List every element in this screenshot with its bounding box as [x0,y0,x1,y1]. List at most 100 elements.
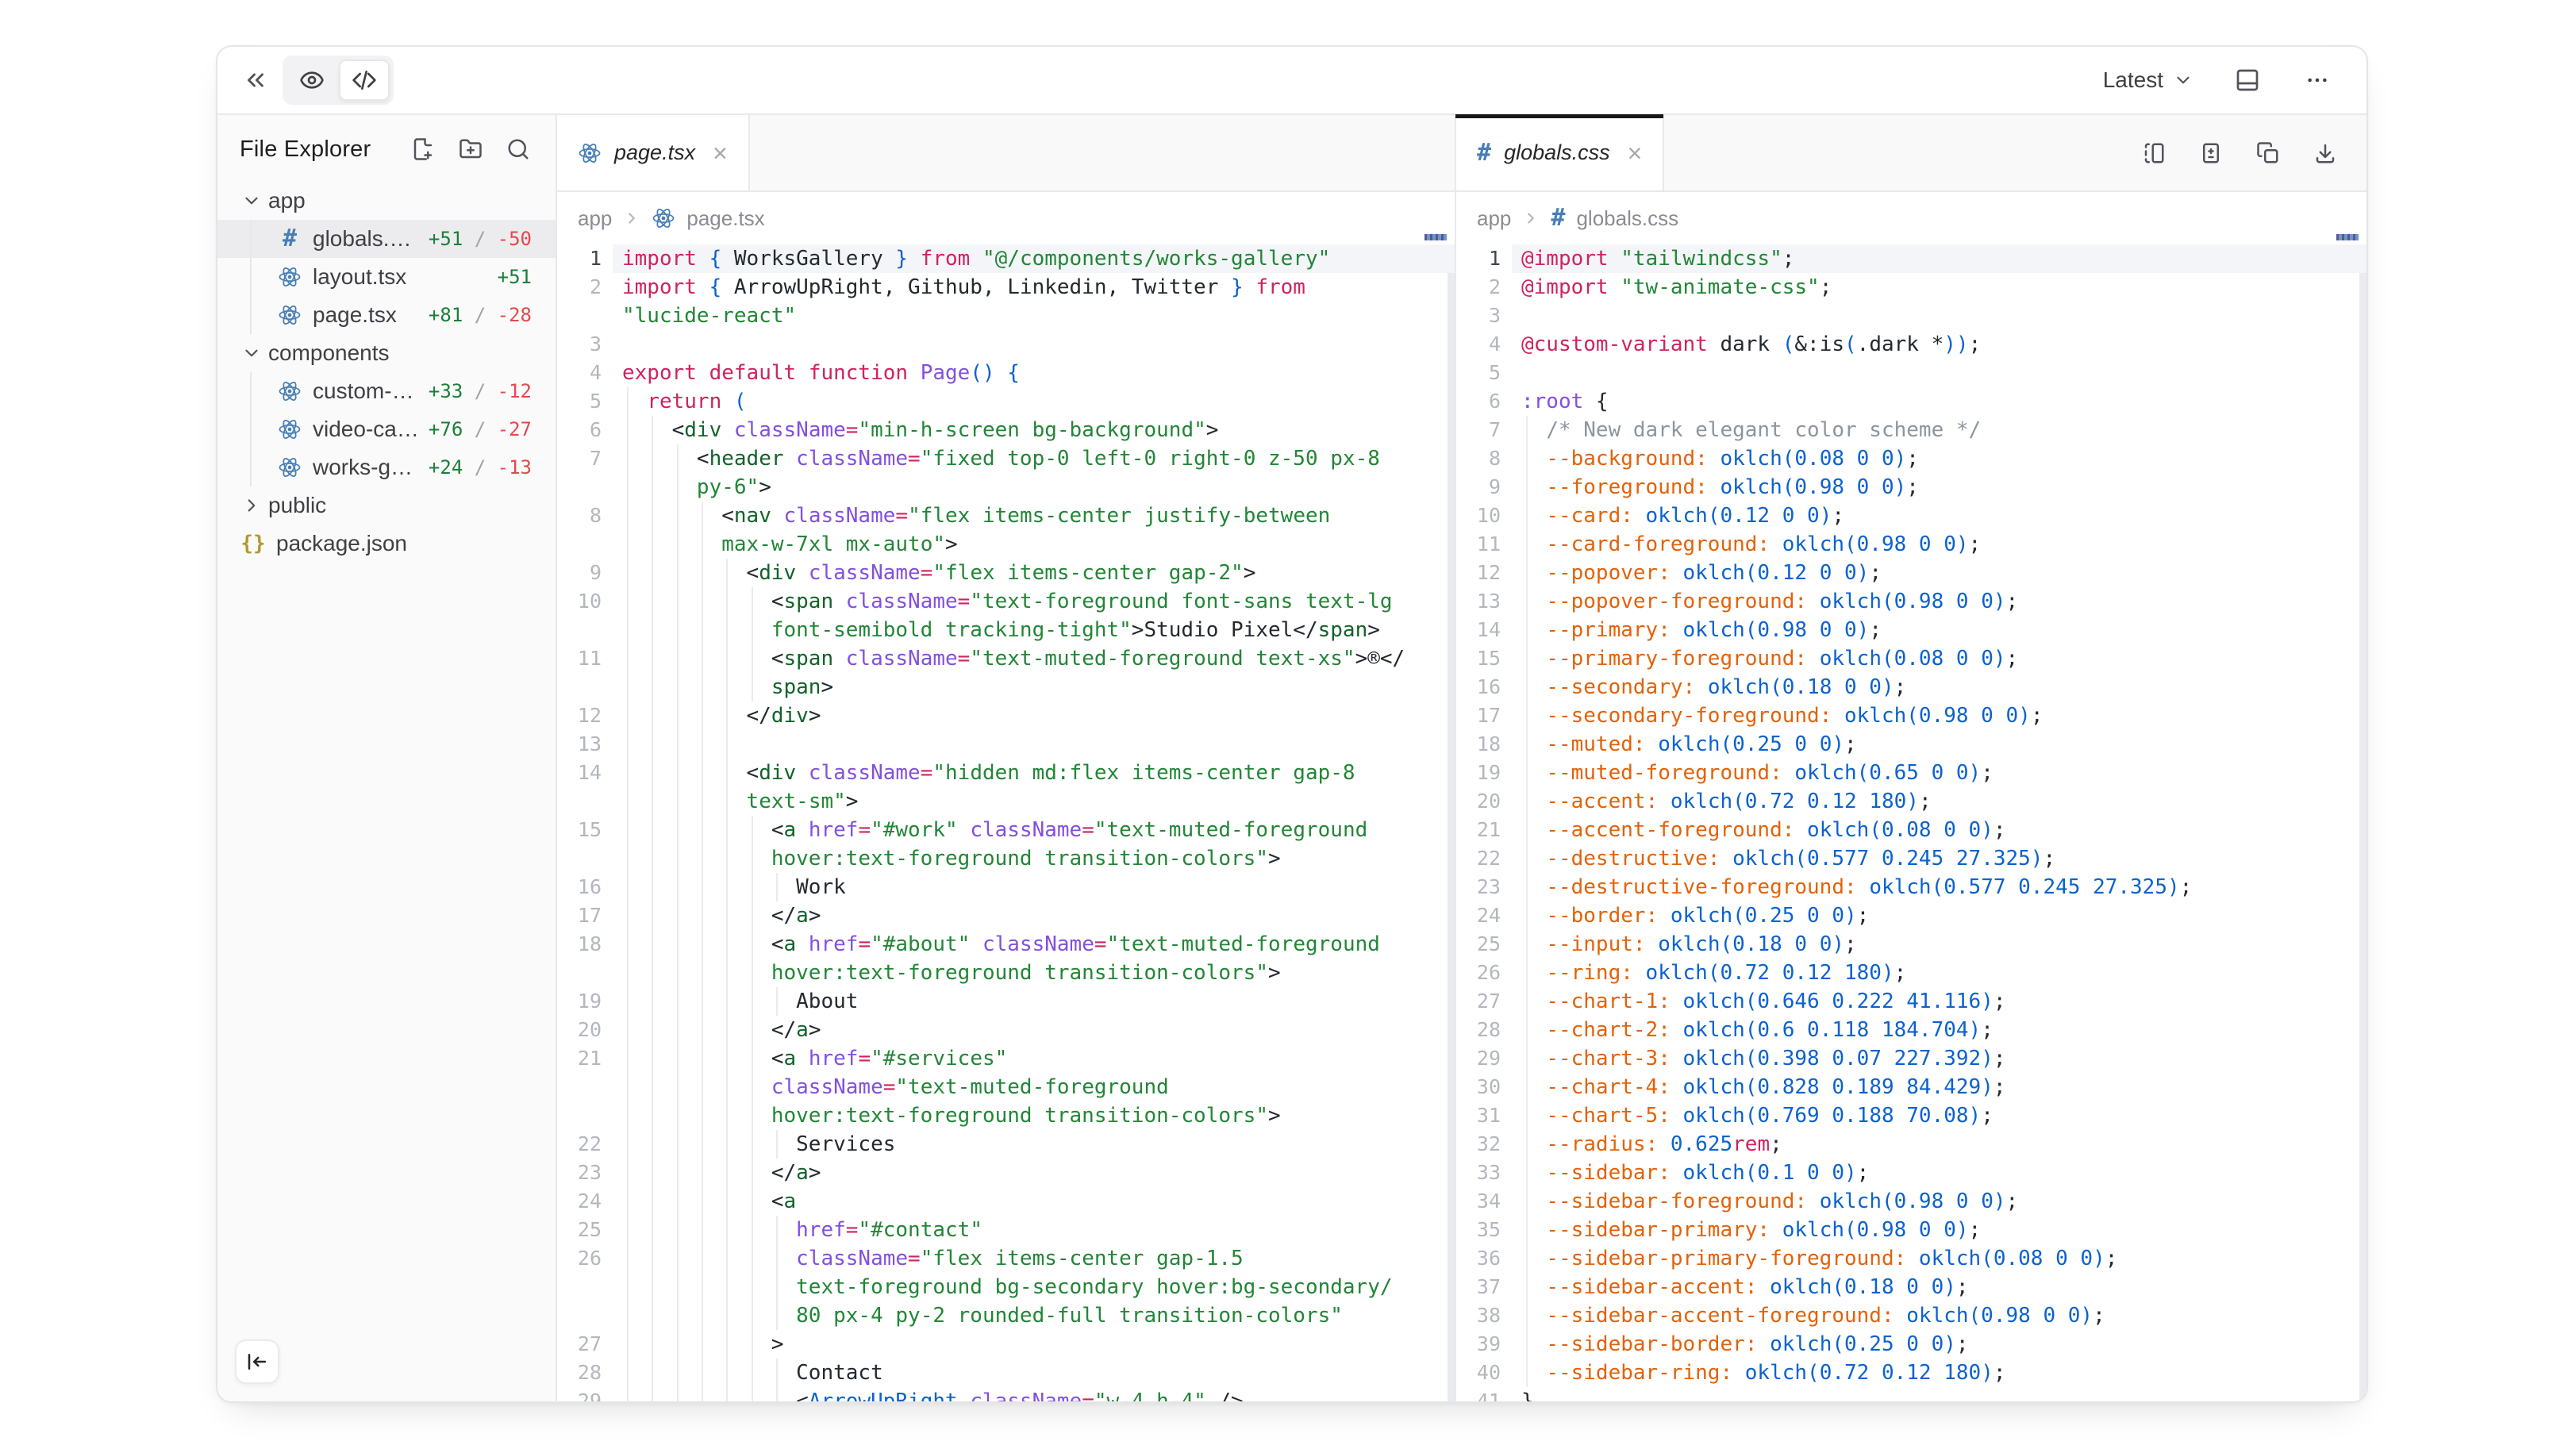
new-file-button[interactable] [409,136,436,163]
code-line[interactable]: 27 > [557,1330,1455,1359]
code-line[interactable]: 5 [1456,359,2366,387]
code-line[interactable]: 14 <div className="hidden md:flex items-… [557,759,1455,787]
code-line[interactable]: 6 <div className="min-h-screen bg-backgr… [557,416,1455,444]
code-line[interactable]: 37 --sidebar-accent: oklch(0.18 0 0); [1456,1273,2366,1301]
panel-bottom-button[interactable] [2228,61,2266,99]
code-line[interactable]: 28 Contact [557,1359,1455,1387]
code-line[interactable]: 10 <span className="text-foreground font… [557,587,1455,616]
more-options-button[interactable] [2298,61,2336,99]
tree-row-works-gallery.tsx[interactable]: works-gallery.tsx+24 / -13 [217,448,556,486]
preview-mode-button[interactable] [286,60,337,101]
code-line[interactable]: 38 --sidebar-accent-foreground: oklch(0.… [1456,1301,2366,1330]
code-line[interactable]: 33 --sidebar: oklch(0.1 0 0); [1456,1159,2366,1187]
close-tab-icon[interactable]: × [713,140,728,166]
code-line[interactable]: 18 --muted: oklch(0.25 0 0); [1456,730,2366,759]
code-line[interactable]: 29 --chart-3: oklch(0.398 0.07 227.392); [1456,1044,2366,1073]
code-line[interactable]: 2import { ArrowUpRight, Github, Linkedin… [557,273,1455,302]
code-line[interactable]: hover:text-foreground transition-colors"… [557,844,1455,873]
code-line[interactable]: 41} [1456,1387,2366,1401]
code-line[interactable]: 19 About [557,987,1455,1016]
code-line[interactable]: 35 --sidebar-primary: oklch(0.98 0 0); [1456,1216,2366,1244]
tree-row-app[interactable]: app [217,182,556,220]
code-line[interactable]: 26 className="flex items-center gap-1.5 [557,1244,1455,1273]
code-line[interactable]: 14 --primary: oklch(0.98 0 0); [1456,616,2366,644]
code-line[interactable]: text-foreground bg-secondary hover:bg-se… [557,1273,1455,1301]
tree-row-video-card.tsx[interactable]: video-card.tsx+76 / -27 [217,410,556,448]
code-line[interactable]: 19 --muted-foreground: oklch(0.65 0 0); [1456,759,2366,787]
tree-row-layout.tsx[interactable]: layout.tsx+51 [217,258,556,296]
breadcrumb-app[interactable]: app [1477,206,1511,231]
code-line[interactable]: 16 --secondary: oklch(0.18 0 0); [1456,673,2366,701]
code-line[interactable]: 40 --sidebar-ring: oklch(0.72 0.12 180); [1456,1359,2366,1387]
file-diff-button[interactable] [2197,139,2225,167]
code-line[interactable]: 23 </a> [557,1159,1455,1187]
code-line[interactable]: className="text-muted-foreground [557,1073,1455,1101]
tree-row-globals.css[interactable]: #globals.css+51 / -50 [217,220,556,258]
code-line[interactable]: 15 --primary-foreground: oklch(0.08 0 0)… [1456,644,2366,673]
code-line[interactable]: 31 --chart-5: oklch(0.769 0.188 70.08); [1456,1101,2366,1130]
tree-row-custom-cursor.tsx[interactable]: custom-cursor.tsx+33 / -12 [217,372,556,410]
code-line[interactable]: 22 --destructive: oklch(0.577 0.245 27.3… [1456,844,2366,873]
tab-page-tsx[interactable]: page.tsx × [557,115,750,190]
search-files-button[interactable] [505,136,532,163]
code-line[interactable]: 2@import "tw-animate-css"; [1456,273,2366,302]
code-line[interactable]: 36 --sidebar-primary-foreground: oklch(0… [1456,1244,2366,1273]
code-line[interactable]: 27 --chart-1: oklch(0.646 0.222 41.116); [1456,987,2366,1016]
code-line[interactable]: 20 </a> [557,1016,1455,1044]
code-line[interactable]: 24 <a [557,1187,1455,1216]
code-line[interactable]: 39 --sidebar-border: oklch(0.25 0 0); [1456,1330,2366,1359]
breadcrumb-app[interactable]: app [578,206,612,231]
code-line[interactable]: 4export default function Page() { [557,359,1455,387]
code-line[interactable]: 15 <a href="#work" className="text-muted… [557,816,1455,844]
new-folder-button[interactable] [457,136,484,163]
code-line[interactable]: 12 </div> [557,701,1455,730]
code-line[interactable]: 28 --chart-2: oklch(0.6 0.118 184.704); [1456,1016,2366,1044]
code-line[interactable]: hover:text-foreground transition-colors"… [557,1101,1455,1130]
tree-row-public[interactable]: public [217,486,556,525]
code-line[interactable]: 25 --input: oklch(0.18 0 0); [1456,930,2366,959]
code-line[interactable]: "lucide-react" [557,302,1455,330]
code-line[interactable]: 13 [557,730,1455,759]
code-line[interactable]: 12 --popover: oklch(0.12 0 0); [1456,559,2366,587]
tree-row-page.tsx[interactable]: page.tsx+81 / -28 [217,296,556,334]
code-line[interactable]: font-semibold tracking-tight">Studio Pix… [557,616,1455,644]
code-line[interactable]: 80 px-4 py-2 rounded-full transition-col… [557,1301,1455,1330]
breadcrumb-file[interactable]: page.tsx [652,206,764,231]
collapse-panel-button[interactable] [236,61,275,99]
code-line[interactable]: py-6"> [557,473,1455,502]
tree-row-package.json[interactable]: {}package.json [217,525,556,563]
code-line[interactable]: 9 --foreground: oklch(0.98 0 0); [1456,473,2366,502]
code-line[interactable]: 25 href="#contact" [557,1216,1455,1244]
code-line[interactable]: 17 </a> [557,901,1455,930]
breadcrumb-file[interactable]: # globals.css [1551,206,1678,231]
code-line[interactable]: 11 <span className="text-muted-foregroun… [557,644,1455,673]
version-selector[interactable]: Latest [2103,67,2193,93]
collapse-sidebar-button[interactable] [235,1339,279,1384]
code-line[interactable]: hover:text-foreground transition-colors"… [557,959,1455,987]
code-line[interactable]: 30 --chart-4: oklch(0.828 0.189 84.429); [1456,1073,2366,1101]
code-line[interactable]: 7 <header className="fixed top-0 left-0 … [557,444,1455,473]
split-panel-button[interactable] [2140,139,2168,167]
code-line[interactable]: 4@custom-variant dark (&:is(.dark *)); [1456,330,2366,359]
code-line[interactable]: 10 --card: oklch(0.12 0 0); [1456,502,2366,530]
tab-globals-css[interactable]: # globals.css × [1456,115,1664,190]
download-button[interactable] [2311,139,2340,167]
code-line[interactable]: 29 <ArrowUpRight className="w-4 h-4" /> [557,1387,1455,1401]
code-line[interactable]: 21 --accent-foreground: oklch(0.08 0 0); [1456,816,2366,844]
code-line[interactable]: 13 --popover-foreground: oklch(0.98 0 0)… [1456,587,2366,616]
code-line[interactable]: 3 [1456,302,2366,330]
tree-row-components[interactable]: components [217,334,556,372]
close-tab-icon[interactable]: × [1628,140,1643,166]
code-line[interactable]: 1@import "tailwindcss"; [1456,244,2366,273]
code-line[interactable]: span> [557,673,1455,701]
copy-button[interactable] [2254,139,2282,167]
code-editor-page-tsx[interactable]: 1import { WorksGallery } from "@/compone… [557,244,1455,1401]
code-line[interactable]: 16 Work [557,873,1455,901]
code-line[interactable]: 8 <nav className="flex items-center just… [557,502,1455,530]
code-line[interactable]: 21 <a href="#services" [557,1044,1455,1073]
code-line[interactable]: 20 --accent: oklch(0.72 0.12 180); [1456,787,2366,816]
code-line[interactable]: 5 return ( [557,387,1455,416]
code-line[interactable]: 32 --radius: 0.625rem; [1456,1130,2366,1159]
code-line[interactable]: 1import { WorksGallery } from "@/compone… [557,244,1455,273]
code-line[interactable]: 18 <a href="#about" className="text-mute… [557,930,1455,959]
